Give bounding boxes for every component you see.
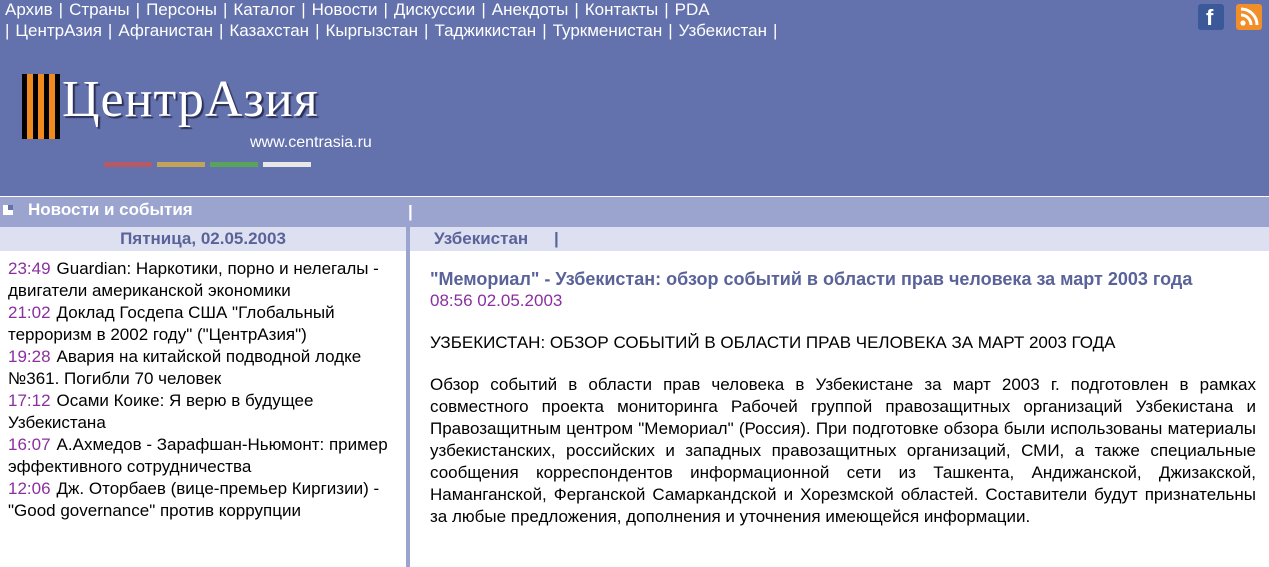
nav-kazakhstan[interactable]: Казахстан: [229, 21, 309, 40]
list-item[interactable]: 12:06 Дж. Оторбаев (вице-премьер Киргизии…: [8, 478, 398, 522]
news-time: 12:06: [8, 479, 51, 498]
news-link[interactable]: Guardian: Наркотики, порно и нелегалы - …: [8, 259, 379, 300]
category-link[interactable]: Узбекистан: [434, 227, 528, 251]
country-nav: | ЦентрАзия | Афганистан | Казахстан | Кыргызст…: [5, 21, 778, 40]
list-item[interactable]: 16:07 А.Ахмедов - Зарафшан-Ньюмонт: приме…: [8, 434, 398, 478]
news-time: 21:02: [8, 303, 51, 322]
date-header: Пятница, 02.05.2003: [0, 226, 406, 251]
nav-afghanistan[interactable]: Афганистан: [118, 21, 213, 40]
news-link[interactable]: Дж. Оторбаев (вице-премьер Киргизии) - "…: [8, 479, 379, 520]
logo-name: ЦентрАзия: [62, 71, 319, 128]
news-time: 17:12: [8, 391, 51, 410]
nav-centrasia[interactable]: ЦентрАзия: [15, 21, 102, 40]
article-body: Обзор событий в области прав человека в …: [430, 375, 1256, 526]
site-logo[interactable]: ЦентрАзия www.centrasia.ru: [22, 71, 402, 174]
nav-uzbekistan[interactable]: Узбекистан: [679, 21, 767, 40]
news-link[interactable]: Авария на китайской подводной лодке №361…: [8, 347, 361, 388]
nav-tajikistan[interactable]: Таджикистан: [434, 21, 536, 40]
article-title: "Мемориал" - Узбекистан: обзор событий в…: [430, 269, 1193, 289]
category-separator: |: [554, 229, 559, 248]
nav-archive[interactable]: Архив: [5, 0, 53, 19]
article-heading: УЗБЕКИСТАН: ОБЗОР СОБЫТИЙ В ОБЛАСТИ ПРАВ…: [430, 333, 1116, 352]
section-title[interactable]: Новости и события: [28, 200, 193, 220]
news-link[interactable]: Доклад Госдепа США "Глобальный терроризм…: [8, 303, 335, 344]
article: "Мемориал" - Узбекистан: обзор событий в…: [430, 268, 1256, 528]
nav-turkmenistan[interactable]: Туркменистан: [553, 21, 663, 40]
ribbon-icon: [22, 74, 60, 139]
news-time: 16:07: [8, 435, 51, 454]
top-nav: Архив | Страны | Персоны | Каталог | Новости | Дис…: [5, 0, 710, 19]
nav-contacts[interactable]: Контакты: [585, 0, 658, 19]
news-link[interactable]: Осами Коике: Я верю в будущее Узбекистан…: [8, 391, 313, 432]
category-bar: Узбекистан |: [410, 226, 1269, 251]
list-item[interactable]: 23:49 Guardian: Наркотики, порно и нелега…: [8, 258, 398, 302]
nav-kyrgyzstan[interactable]: Кыргызстан: [325, 21, 418, 40]
section-separator: |: [408, 202, 413, 221]
logo-color-bars: [104, 162, 314, 168]
nav-countries[interactable]: Страны: [69, 0, 130, 19]
list-item[interactable]: 19:28 Авария на китайской подводной лодке…: [8, 346, 398, 390]
news-link[interactable]: А.Ахмедов - Зарафшан-Ньюмонт: пример эфф…: [8, 435, 388, 476]
list-item[interactable]: 21:02 Доклад Госдепа США "Глобальный терр…: [8, 302, 398, 346]
section-icon: [3, 205, 13, 215]
nav-jokes[interactable]: Анекдоты: [492, 0, 569, 19]
nav-discussions[interactable]: Дискуссии: [394, 0, 475, 19]
rss-icon[interactable]: [1236, 4, 1262, 30]
nav-catalog[interactable]: Каталог: [233, 0, 295, 19]
news-time: 23:49: [8, 259, 51, 278]
list-item[interactable]: 17:12 Осами Коике: Я верю в будущее Узбек…: [8, 390, 398, 434]
facebook-icon[interactable]: f: [1198, 4, 1224, 30]
article-datetime: 08:56 02.05.2003: [430, 291, 563, 310]
news-list: 23:49 Guardian: Наркотики, порно и нелега…: [8, 258, 398, 522]
nav-pda[interactable]: PDA: [675, 0, 710, 19]
news-time: 19:28: [8, 347, 51, 366]
column-divider: [406, 226, 410, 567]
nav-persons[interactable]: Персоны: [146, 0, 217, 19]
section-bar: Новости и события |: [0, 196, 1269, 227]
nav-news[interactable]: Новости: [312, 0, 378, 19]
logo-url: www.centrasia.ru: [250, 134, 372, 151]
site-header: Архив | Страны | Персоны | Каталог | Новости | Дис…: [0, 0, 1269, 196]
